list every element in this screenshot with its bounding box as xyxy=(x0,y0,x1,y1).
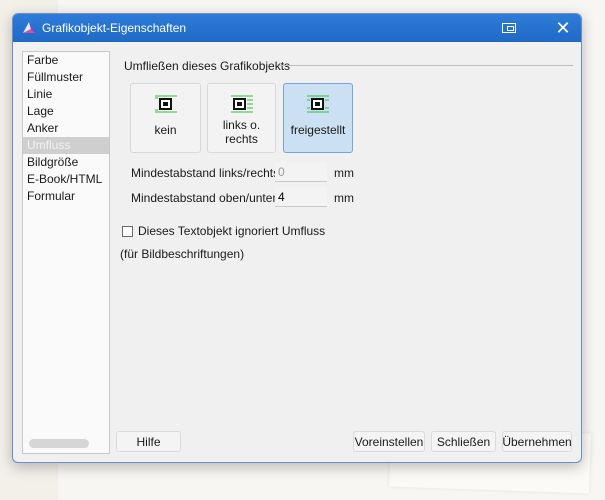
wrap-left-right-icon xyxy=(230,95,253,113)
sidebar-item-bildgroesse[interactable]: Bildgröße xyxy=(23,154,109,171)
context-help-button[interactable] xyxy=(491,14,527,42)
wrap-option-around-label: freigestellt xyxy=(290,123,346,137)
reset-defaults-button[interactable]: Voreinstellen xyxy=(353,431,425,452)
vertical-spacing-label: Mindestabstand oben/unten xyxy=(131,191,280,205)
wrap-option-none-label: kein xyxy=(154,123,177,137)
horizontal-spacing-unit: mm xyxy=(334,166,354,180)
title-bar: Grafikobjekt-Eigenschaften ✕ xyxy=(13,14,581,42)
sidebar-item-linie[interactable]: Linie xyxy=(23,86,109,103)
sidebar-item-farbe[interactable]: Farbe xyxy=(23,52,109,69)
context-help-icon xyxy=(502,23,516,33)
sidebar-item-fuellmuster[interactable]: Füllmuster xyxy=(23,69,109,86)
sidebar-item-lage[interactable]: Lage xyxy=(23,103,109,120)
wrap-around-icon xyxy=(307,95,329,113)
app-logo-icon xyxy=(23,22,35,33)
wrap-none-icon xyxy=(154,95,177,113)
sidebar-item-umfluss[interactable]: Umfluss xyxy=(23,137,109,154)
ignore-wrap-label: Dieses Textobjekt ignoriert Umfluss xyxy=(138,224,326,238)
apply-button[interactable]: Übernehmen xyxy=(502,431,572,452)
wrap-group-title: Umfließen dieses Grafikobjekts xyxy=(124,59,291,73)
vertical-spacing-input[interactable] xyxy=(275,187,327,207)
group-divider xyxy=(279,65,573,66)
wrap-option-left-right[interactable]: links o. rechts xyxy=(207,83,276,153)
ignore-wrap-option[interactable]: Dieses Textobjekt ignoriert Umfluss xyxy=(122,224,325,238)
vertical-spacing-unit: mm xyxy=(334,191,354,205)
close-window-button[interactable]: ✕ xyxy=(545,14,581,42)
window-title: Grafikobjekt-Eigenschaften xyxy=(42,21,187,35)
horizontal-scrollbar[interactable] xyxy=(29,439,89,448)
horizontal-spacing-label: Mindestabstand links/rechts xyxy=(131,166,280,180)
sidebar-item-anker[interactable]: Anker xyxy=(23,120,109,137)
sidebar-item-formular[interactable]: Formular xyxy=(23,188,109,205)
horizontal-spacing-input[interactable] xyxy=(275,162,327,182)
wrap-option-none[interactable]: kein xyxy=(130,83,201,153)
wrap-option-left-right-label: links o. rechts xyxy=(222,118,261,146)
ignore-wrap-checkbox[interactable] xyxy=(122,225,133,237)
category-list: Farbe Füllmuster Linie Lage Anker Umflus… xyxy=(22,51,110,454)
close-icon: ✕ xyxy=(555,17,571,38)
dialog-window: Grafikobjekt-Eigenschaften ✕ Farbe Füllm… xyxy=(12,13,582,463)
sidebar-item-ebook-html[interactable]: E-Book/HTML xyxy=(23,171,109,188)
close-button[interactable]: Schließen xyxy=(431,431,496,452)
help-button[interactable]: Hilfe xyxy=(116,431,181,452)
caption-hint: (für Bildbeschriftungen) xyxy=(120,247,245,261)
wrap-option-around[interactable]: freigestellt xyxy=(283,83,353,153)
